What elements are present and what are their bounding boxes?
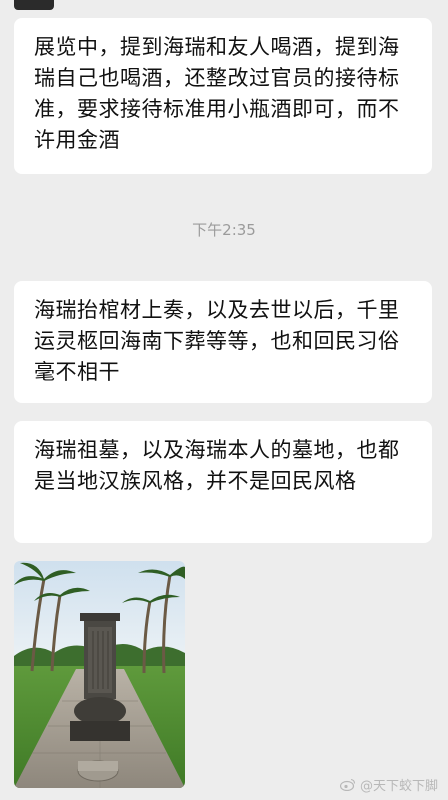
watermark-text: @天下蛟下脚: [359, 779, 438, 794]
sender-avatar[interactable]: [14, 0, 54, 10]
message-text: 海瑞抬棺材上奏，以及去世以后，千里运灵柩回海南下葬等等，也和回民习俗毫不相干: [34, 298, 400, 384]
message-bubble[interactable]: 海瑞祖墓，以及海瑞本人的墓地，也都是当地汉族风格，并不是回民风格: [14, 421, 432, 543]
weibo-icon: [339, 778, 356, 791]
chat-timestamp: 下午2:35: [192, 221, 256, 239]
tomb-photo: [14, 561, 185, 788]
image-message[interactable]: [14, 561, 185, 788]
message-text: 展览中，提到海瑞和友人喝酒，提到海瑞自己也喝酒，还整改过官员的接待标准，要求接待…: [34, 35, 400, 152]
message-text: 海瑞祖墓，以及海瑞本人的墓地，也都是当地汉族风格，并不是回民风格: [34, 438, 400, 493]
weibo-watermark: @天下蛟下脚: [339, 775, 438, 794]
message-bubble[interactable]: 展览中，提到海瑞和友人喝酒，提到海瑞自己也喝酒，还整改过官员的接待标准，要求接待…: [14, 18, 432, 174]
message-bubble[interactable]: 海瑞抬棺材上奏，以及去世以后，千里运灵柩回海南下葬等等，也和回民习俗毫不相干: [14, 281, 432, 403]
